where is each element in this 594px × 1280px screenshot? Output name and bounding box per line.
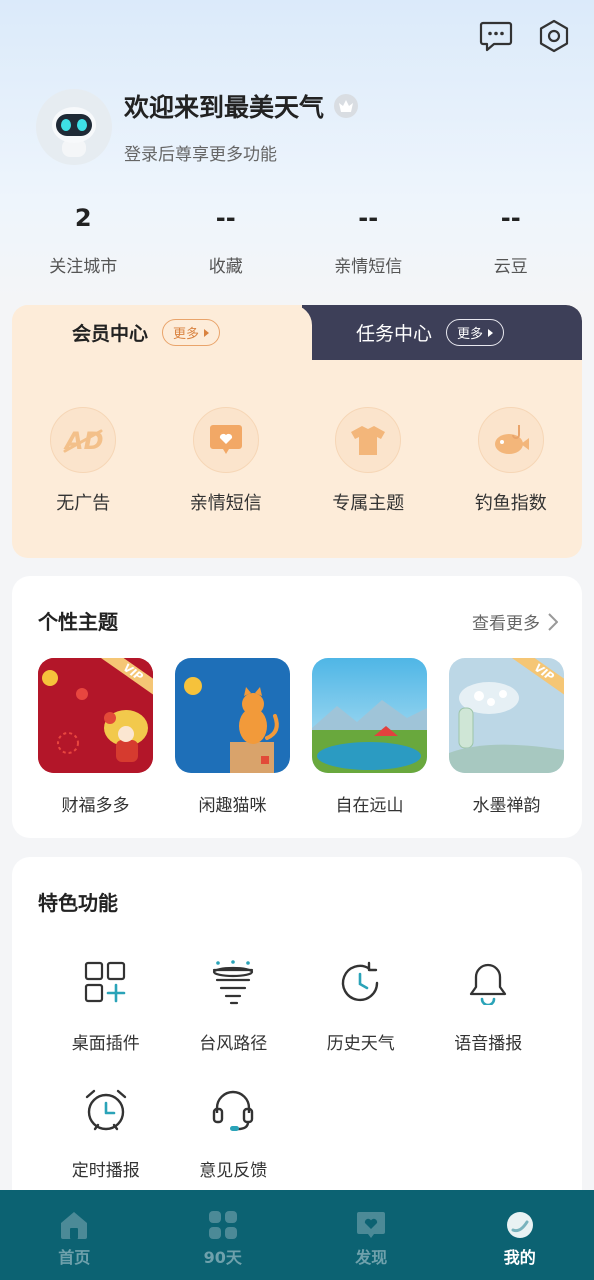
theme-name: 自在远山	[335, 796, 404, 816]
member-card: 会员中心 更多 任务中心 更多 AD 无广告 亲情短信	[12, 305, 582, 558]
stat-label: 亲情短信	[334, 257, 403, 277]
nav-label: 发现	[355, 1248, 388, 1267]
nav-90-days[interactable]: 90天	[149, 1190, 298, 1280]
benefit-no-ad[interactable]: AD 无广告	[12, 407, 155, 515]
feature-label: 定时播报	[71, 1161, 140, 1181]
stat-favorites[interactable]: -- 收藏	[155, 204, 298, 277]
task-more-button[interactable]: 更多	[446, 319, 505, 346]
chevron-right-icon	[548, 612, 558, 631]
theme-thumbnail: VIP	[38, 658, 153, 773]
theme-thumbnail	[312, 658, 427, 773]
features-grid: 桌面插件 台风路径 历史天气 语音播报 定时播报 意见反馈	[42, 957, 552, 1181]
profile-header[interactable]: 欢迎来到最美天气 登录后尊享更多功能	[36, 88, 359, 165]
features-card: 特色功能 桌面插件 台风路径 历史天气 语音播报 定时播报 意见反馈	[12, 857, 582, 1217]
themes-title: 个性主题	[38, 610, 118, 634]
see-more-label: 查看更多	[472, 614, 540, 634]
headset-icon	[207, 1084, 259, 1136]
themes-card: 个性主题 查看更多 VIP 财福多多 闲趣猫咪 自在远山 VIP 水墨禅韵	[12, 576, 582, 838]
theme-item[interactable]: 闲趣猫咪	[175, 658, 290, 816]
theme-item[interactable]: 自在远山	[312, 658, 427, 816]
benefits-row: AD 无广告 亲情短信 专属主题 钓鱼指数	[12, 407, 582, 515]
benefit-themes[interactable]: 专属主题	[297, 407, 440, 515]
feature-label: 台风路径	[199, 1034, 268, 1054]
nav-home[interactable]: 首页	[0, 1190, 149, 1280]
widget-add-icon	[80, 957, 132, 1009]
more-label: 更多	[173, 327, 200, 342]
benefit-family-sms[interactable]: 亲情短信	[155, 407, 298, 515]
stat-value: --	[215, 204, 236, 232]
see-more-link[interactable]: 查看更多	[472, 609, 558, 634]
theme-name: 闲趣猫咪	[198, 796, 267, 816]
profile-icon	[506, 1212, 533, 1238]
alarm-clock-icon	[80, 1084, 132, 1136]
home-icon	[61, 1212, 88, 1239]
nav-discover[interactable]: 发现	[297, 1190, 446, 1280]
stat-label: 云豆	[493, 257, 528, 277]
nav-label: 90天	[203, 1248, 242, 1267]
benefit-label: 亲情短信	[189, 493, 262, 514]
welcome-text: 欢迎来到最美天气	[124, 93, 325, 122]
top-toolbar	[478, 18, 572, 54]
themes-row: VIP 财福多多 闲趣猫咪 自在远山 VIP 水墨禅韵	[38, 658, 564, 816]
benefit-label: 专属主题	[332, 493, 405, 514]
member-more-button[interactable]: 更多	[162, 319, 221, 346]
fish-icon	[477, 407, 544, 473]
benefit-fishing[interactable]: 钓鱼指数	[440, 407, 583, 515]
feature-label: 语音播报	[454, 1034, 523, 1054]
arrow-right-icon	[204, 328, 210, 337]
feature-label: 意见反馈	[199, 1161, 268, 1181]
theme-thumbnail: VIP	[449, 658, 564, 773]
arrow-right-icon	[488, 328, 494, 337]
settings-icon[interactable]	[536, 18, 572, 54]
tab-task-center[interactable]: 任务中心 更多	[356, 319, 505, 346]
stat-cities[interactable]: 2 关注城市	[12, 204, 155, 277]
stats-row: 2 关注城市 -- 收藏 -- 亲情短信 -- 云豆	[12, 204, 582, 277]
stat-family-sms[interactable]: -- 亲情短信	[297, 204, 440, 277]
login-hint: 登录后尊享更多功能	[124, 145, 277, 165]
feature-voice[interactable]: 语音播报	[425, 957, 553, 1054]
grid-icon	[208, 1211, 237, 1239]
theme-thumbnail	[175, 658, 290, 773]
feature-typhoon[interactable]: 台风路径	[170, 957, 298, 1054]
history-clock-icon	[335, 957, 387, 1009]
tshirt-icon	[335, 407, 402, 473]
stat-cloud-beans[interactable]: -- 云豆	[440, 204, 583, 277]
features-title: 特色功能	[38, 891, 118, 915]
benefit-label: 钓鱼指数	[474, 493, 547, 514]
bottom-nav: 首页 90天 发现 我的	[0, 1190, 594, 1280]
stat-value: --	[500, 204, 521, 232]
nav-mine[interactable]: 我的	[446, 1190, 594, 1280]
tab-task-label: 任务中心	[356, 323, 433, 345]
stat-label: 收藏	[208, 257, 243, 277]
stat-label: 关注城市	[49, 257, 118, 277]
tab-member-label: 会员中心	[72, 323, 149, 345]
feature-schedule[interactable]: 定时播报	[42, 1084, 170, 1181]
welcome-title: 欢迎来到最美天气	[124, 88, 359, 124]
message-icon[interactable]	[478, 18, 514, 54]
typhoon-icon	[207, 957, 259, 1009]
feature-feedback[interactable]: 意见反馈	[170, 1084, 298, 1181]
theme-item[interactable]: VIP 水墨禅韵	[449, 658, 564, 816]
more-label: 更多	[457, 327, 484, 342]
tab-member-center[interactable]: 会员中心 更多	[72, 319, 221, 346]
theme-item[interactable]: VIP 财福多多	[38, 658, 153, 816]
benefit-label: 无广告	[56, 493, 111, 514]
avatar[interactable]	[36, 88, 112, 165]
feature-label: 历史天气	[326, 1034, 395, 1054]
feature-history[interactable]: 历史天气	[297, 957, 425, 1054]
bell-icon	[462, 957, 514, 1009]
stat-value: 2	[74, 204, 92, 232]
nav-label: 首页	[58, 1248, 91, 1267]
theme-name: 水墨禅韵	[472, 796, 541, 816]
crown-icon	[334, 94, 359, 118]
nav-label: 我的	[503, 1248, 536, 1267]
heart-message-icon	[192, 407, 259, 473]
theme-name: 财福多多	[61, 796, 130, 816]
no-ad-icon: AD	[50, 407, 117, 473]
feature-widget[interactable]: 桌面插件	[42, 957, 170, 1054]
feature-label: 桌面插件	[71, 1034, 140, 1054]
discover-icon	[357, 1212, 386, 1238]
stat-value: --	[358, 204, 379, 232]
